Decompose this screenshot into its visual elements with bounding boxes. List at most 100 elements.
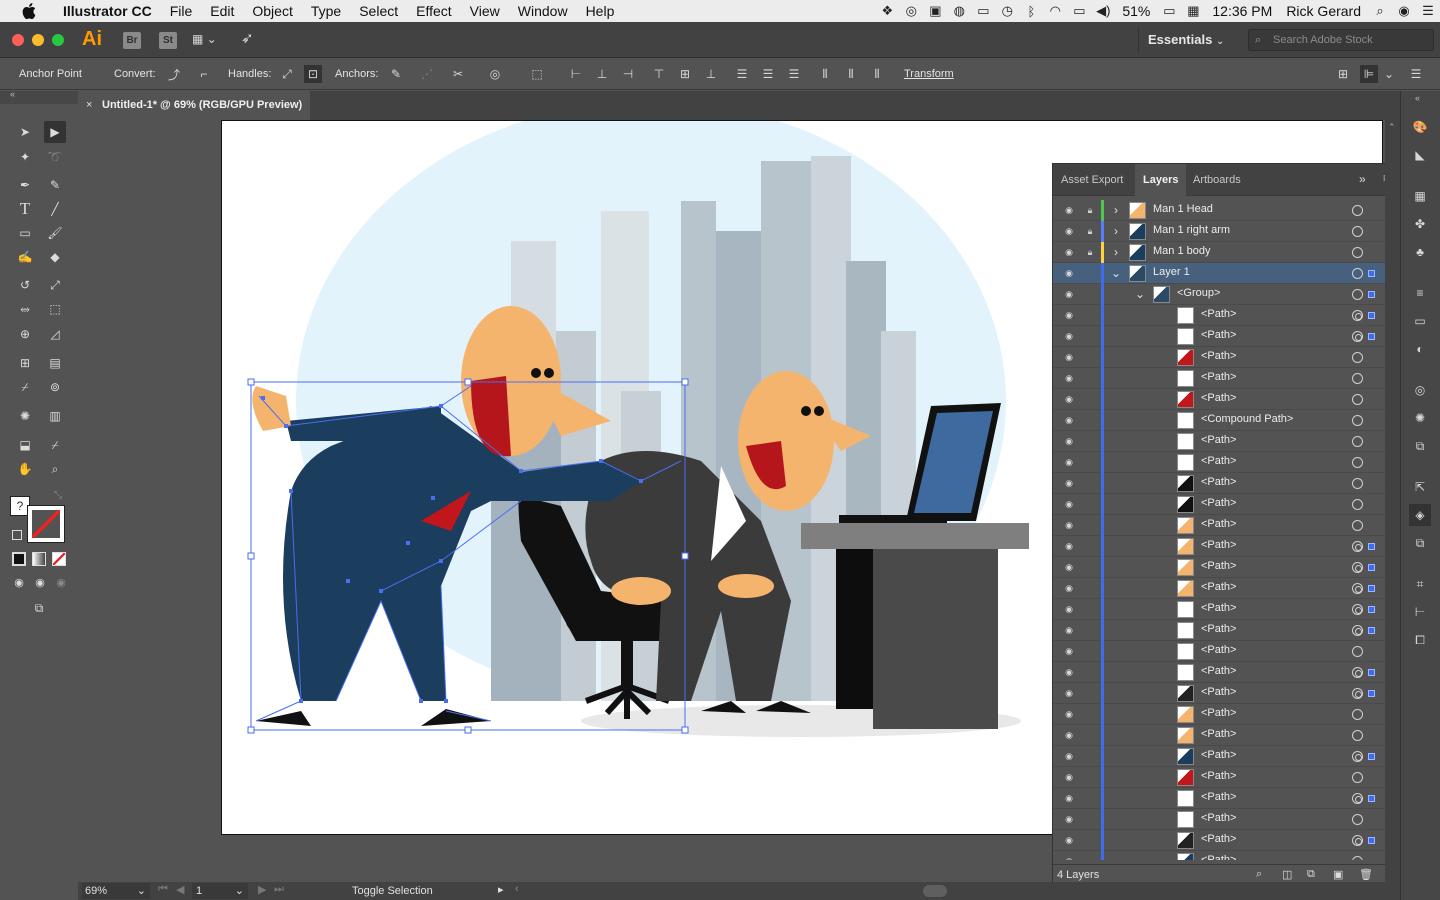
sublayer-row[interactable]: ◉ <Compound Path> — [1053, 410, 1386, 431]
panel-options-icon[interactable]: ⊞ — [1334, 65, 1352, 83]
sublayer-row[interactable]: ◉ <Path> — [1053, 515, 1386, 536]
lock-icon[interactable] — [1084, 392, 1096, 406]
selection-indicator[interactable] — [1368, 690, 1375, 697]
color-panel-icon[interactable]: 🎨 — [1409, 116, 1431, 138]
expand-triangle-icon[interactable]: › — [1111, 245, 1121, 259]
target-circle-icon[interactable] — [1352, 856, 1363, 860]
distribute-left-icon[interactable]: ⫴ — [816, 65, 834, 83]
battery-monitor-icon[interactable]: ▣ — [923, 0, 947, 22]
scroll-up-icon[interactable]: ⌃ — [1388, 122, 1396, 133]
sublayer-row[interactable]: ◉ <Path> — [1053, 389, 1386, 410]
target-circle-icon[interactable] — [1352, 520, 1363, 531]
visibility-eye-icon[interactable]: ◉ — [1062, 434, 1076, 448]
sublayer-row[interactable]: ◉ <Path> — [1053, 746, 1386, 767]
horizontal-scroll-thumb[interactable] — [923, 885, 947, 897]
new-sublayer-icon[interactable]: ⧉ — [1307, 868, 1315, 881]
target-circle-icon[interactable] — [1352, 709, 1363, 720]
align-vcenter-icon[interactable]: ⊞ — [676, 65, 694, 83]
target-circle-icon[interactable] — [1352, 205, 1363, 216]
document-tab[interactable]: × Untitled-1* @ 69% (RGB/GPU Preview) — [78, 91, 310, 120]
eraser-tool-icon[interactable]: ◆ — [44, 246, 66, 268]
distribute-top-icon[interactable]: ☰ — [733, 65, 751, 83]
lasso-tool-icon[interactable]: ➰ — [44, 146, 66, 168]
lock-icon[interactable] — [1084, 728, 1096, 742]
visibility-eye-icon[interactable]: ◉ — [1062, 308, 1076, 322]
target-circle-icon[interactable] — [1352, 541, 1363, 552]
symbols-icon[interactable]: ♣ — [1409, 241, 1431, 263]
menu-effect[interactable]: Effect — [407, 0, 461, 22]
visibility-eye-icon[interactable]: ◉ — [1062, 203, 1076, 217]
mesh-tool-icon[interactable]: ⊞ — [14, 352, 36, 374]
chevron-down-icon[interactable]: ⌄ — [1380, 65, 1398, 83]
fill-swatch[interactable]: ? — [10, 496, 30, 516]
sublayer-row[interactable]: ◉ <Path> — [1053, 767, 1386, 788]
curvature-tool-icon[interactable]: ✎ — [44, 174, 66, 196]
target-circle-icon[interactable] — [1352, 730, 1363, 741]
visibility-eye-icon[interactable]: ◉ — [1062, 770, 1076, 784]
sublayer-row[interactable]: ◉ <Path> — [1053, 494, 1386, 515]
target-circle-icon[interactable] — [1352, 625, 1363, 636]
perspective-grid-icon[interactable]: ◿ — [44, 323, 66, 345]
visibility-eye-icon[interactable]: ◉ — [1062, 392, 1076, 406]
selection-indicator[interactable] — [1368, 795, 1375, 802]
distribute-bottom-icon[interactable]: ☰ — [785, 65, 803, 83]
transform-panel-icon[interactable]: ⌗ — [1409, 573, 1431, 595]
close-window-button[interactable] — [12, 34, 24, 46]
spotlight-icon[interactable]: ⌕ — [1368, 0, 1392, 22]
layers-list[interactable]: ◉ 🔒︎ › Man 1 Head ◉ 🔒︎ › Man 1 right arm ◉ 🔒︎ › Man… — [1053, 200, 1399, 860]
lock-icon[interactable] — [1084, 476, 1096, 490]
target-circle-icon[interactable] — [1352, 226, 1363, 237]
menu-window[interactable]: Window — [509, 0, 577, 22]
hide-handles-icon[interactable]: ⊡ — [304, 65, 322, 83]
lock-icon[interactable] — [1084, 539, 1096, 553]
align-left-icon[interactable]: ⊢ — [567, 65, 585, 83]
lock-icon[interactable] — [1084, 623, 1096, 637]
menu-help[interactable]: Help — [577, 0, 624, 22]
target-circle-icon[interactable] — [1352, 268, 1363, 279]
visibility-eye-icon[interactable]: ◉ — [1062, 560, 1076, 574]
sublayer-row[interactable]: ◉ <Path> — [1053, 431, 1386, 452]
rectangle-tool-icon[interactable]: ▭ — [14, 222, 36, 244]
zoom-tool-icon[interactable]: ⌕ — [44, 458, 66, 480]
width-tool-icon[interactable]: ⥈ — [14, 298, 36, 320]
scale-tool-icon[interactable]: ⤢ — [44, 274, 66, 296]
layer-name[interactable]: <Path> — [1201, 434, 1236, 446]
layer-name[interactable]: <Path> — [1201, 371, 1236, 383]
volume-icon[interactable]: ◀) — [1091, 0, 1115, 22]
sublayer-row[interactable]: ◉ <Path> — [1053, 662, 1386, 683]
artboards-panel-icon[interactable]: ⧉ — [1409, 532, 1431, 554]
layer-name[interactable]: <Path> — [1201, 350, 1236, 362]
layer-name[interactable]: <Path> — [1201, 686, 1236, 698]
layer-row[interactable]: ◉ ⌄ Layer 1 — [1053, 263, 1386, 284]
layer-name[interactable]: <Path> — [1201, 644, 1236, 656]
slice-tool-icon[interactable]: ⌿ — [44, 434, 66, 456]
visibility-eye-icon[interactable]: ◉ — [1062, 266, 1076, 280]
sublayer-row[interactable]: ◉ <Path> — [1053, 536, 1386, 557]
layer-name[interactable]: Layer 1 — [1153, 266, 1190, 278]
visibility-eye-icon[interactable]: ◉ — [1062, 539, 1076, 553]
layer-row[interactable]: ◉ 🔒︎ › Man 1 body — [1053, 242, 1386, 263]
lock-icon[interactable] — [1084, 266, 1096, 280]
lock-icon[interactable] — [1084, 686, 1096, 700]
line-tool-icon[interactable]: ╱ — [44, 198, 66, 220]
layer-name[interactable]: <Compound Path> — [1201, 413, 1293, 425]
close-tab-icon[interactable]: × — [86, 91, 92, 120]
layer-name[interactable]: Man 1 right arm — [1153, 224, 1230, 236]
gpu-performance-icon[interactable]: ➶ — [241, 29, 261, 49]
selection-indicator[interactable] — [1368, 291, 1375, 298]
sublayer-row[interactable]: ◉ <Path> — [1053, 326, 1386, 347]
lock-icon[interactable] — [1084, 854, 1096, 860]
sublayer-row[interactable]: ◉ <Path> — [1053, 473, 1386, 494]
layer-name[interactable]: <Path> — [1201, 455, 1236, 467]
visibility-eye-icon[interactable]: ◉ — [1062, 350, 1076, 364]
visibility-eye-icon[interactable]: ◉ — [1062, 476, 1076, 490]
export-icon[interactable]: ⇱ — [1409, 476, 1431, 498]
target-circle-icon[interactable] — [1352, 373, 1363, 384]
user-name[interactable]: Rick Gerard — [1279, 3, 1368, 19]
expand-dock-icon[interactable]: « — [1415, 93, 1420, 103]
layer-name[interactable]: <Path> — [1201, 602, 1236, 614]
layer-name[interactable]: Man 1 body — [1153, 245, 1210, 257]
visibility-eye-icon[interactable]: ◉ — [1062, 644, 1076, 658]
stock-button[interactable]: St — [159, 32, 177, 49]
selection-indicator[interactable] — [1368, 585, 1375, 592]
